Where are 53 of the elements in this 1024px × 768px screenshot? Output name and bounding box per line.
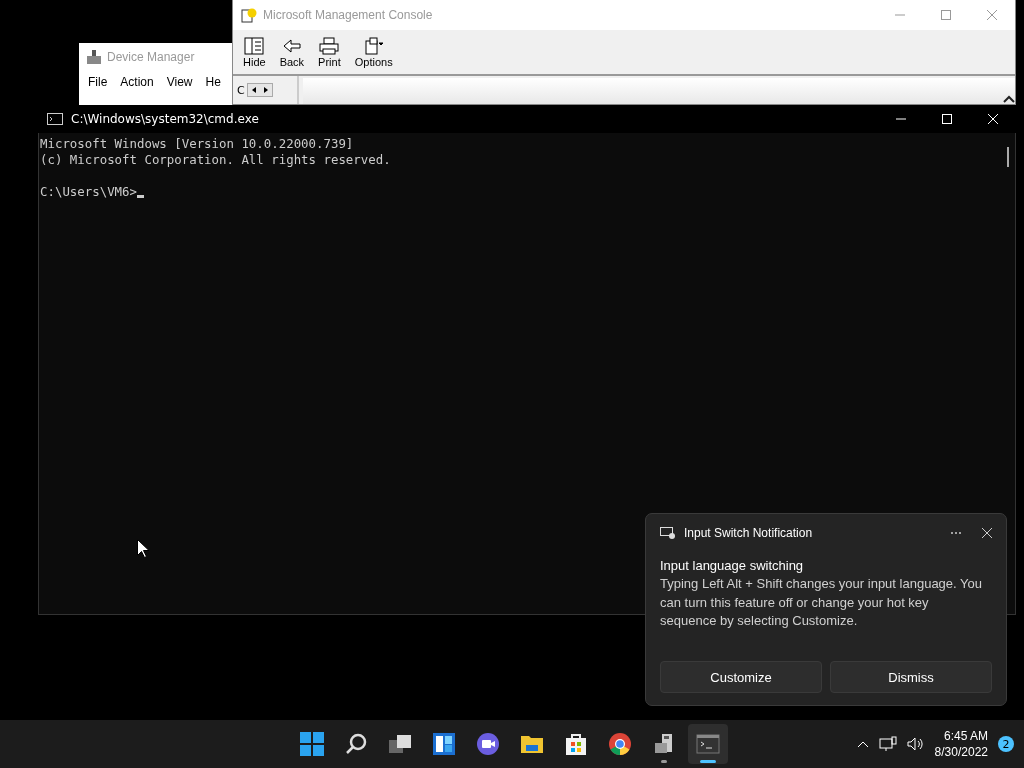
keyboard-icon	[660, 527, 676, 539]
menu-item[interactable]: Action	[120, 75, 154, 89]
help-document-icon	[241, 7, 257, 23]
task-view-icon	[388, 732, 412, 756]
maximize-icon	[941, 10, 951, 20]
window-title: Microsoft Management Console	[263, 8, 433, 22]
window-title: Device Manager	[107, 50, 195, 64]
properties-icon	[363, 36, 384, 55]
more-options-icon[interactable]	[950, 531, 962, 535]
widgets-icon	[432, 732, 456, 756]
toolbar-button[interactable]: Print	[318, 36, 341, 68]
back-icon	[281, 36, 302, 55]
scroll-up-icon	[1003, 94, 1015, 104]
terminal-icon	[696, 732, 720, 756]
close-icon	[988, 114, 998, 124]
window-title: C:\Windows\system32\cmd.exe	[71, 112, 259, 126]
maximize-icon	[942, 114, 952, 124]
printer-icon	[319, 36, 340, 55]
pane-icon	[244, 36, 265, 55]
menu-item[interactable]: View	[166, 75, 193, 89]
clock-time[interactable]: 6:45 AM	[943, 728, 988, 744]
mouse-pointer-icon	[137, 539, 149, 558]
menu-item[interactable]: File	[88, 75, 108, 89]
notification-app-name: Input Switch Notification	[684, 526, 813, 540]
toolbar-button[interactable]: Hide	[243, 36, 266, 68]
pane-label: C	[237, 83, 245, 97]
scrollbar-thumb[interactable]	[1007, 147, 1009, 167]
clock-date[interactable]: 8/30/2022	[934, 744, 988, 760]
console-line: (c) Microsoft Corporation. All rights reserved.	[40, 152, 392, 168]
console-line: Microsoft Windows [Version 10.0.22000.739]	[40, 136, 355, 152]
shopping-bag-icon	[564, 732, 588, 756]
browser-icon	[608, 732, 632, 756]
video-chat-icon	[476, 732, 500, 756]
close-button[interactable]	[982, 528, 992, 538]
notification-count[interactable]: 2	[998, 736, 1014, 752]
search-icon	[344, 732, 368, 756]
notification-body: Typing Left Alt + Shift changes your input language. You can turn this feature off or change your hot key sequence by selecting Customize.	[660, 575, 983, 630]
close-icon	[987, 10, 997, 20]
notification-heading: Input language switching	[660, 558, 805, 573]
command-prompt: C:\Users\VM6>	[40, 184, 137, 199]
device-manager-icon	[87, 50, 101, 64]
network-icon	[878, 736, 897, 752]
notification-button[interactable]: Dismiss	[830, 661, 992, 693]
toolbar-button[interactable]: Back	[279, 36, 305, 68]
speaker-icon	[906, 736, 925, 752]
text-cursor	[137, 195, 144, 198]
taskbar-app[interactable]	[688, 724, 728, 764]
toolbar-button[interactable]: Options	[354, 36, 393, 68]
menu-item[interactable]: He	[205, 75, 221, 89]
windows-logo-icon	[300, 732, 324, 756]
chevron-up-icon	[856, 740, 869, 748]
console-icon	[47, 113, 63, 125]
notification-button[interactable]: Customize	[660, 661, 822, 693]
